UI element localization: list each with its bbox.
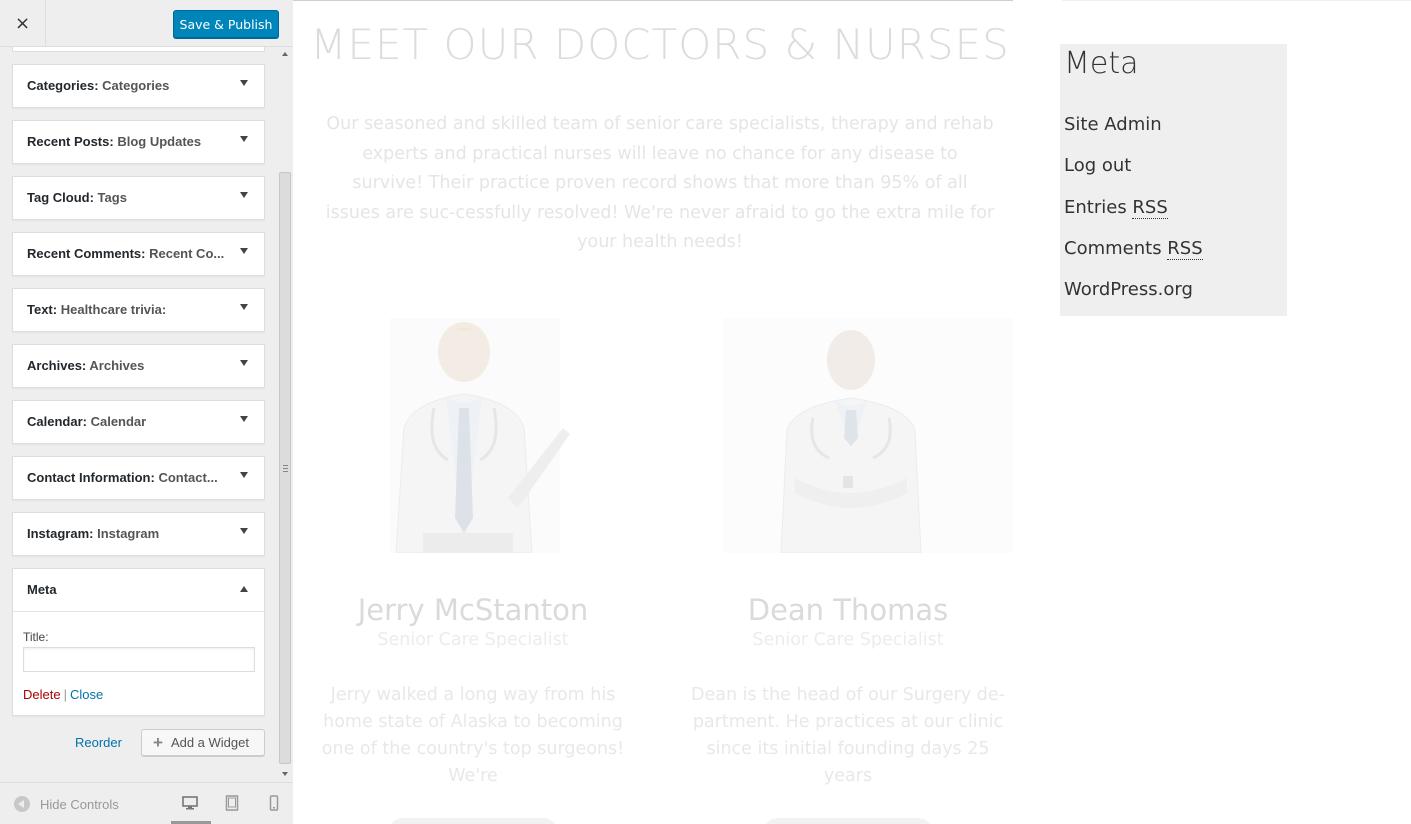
widget-title: Categories: Categories <box>27 78 170 93</box>
widget-text[interactable]: Text: Healthcare trivia: <box>12 288 265 332</box>
comments-rss-link[interactable]: Comments RSS <box>1064 237 1203 279</box>
tablet-preview-icon[interactable] <box>224 795 240 811</box>
collapse-circle-icon <box>14 796 30 812</box>
widget-partial-top <box>12 47 265 52</box>
hide-controls-label: Hide Controls <box>40 796 119 812</box>
widget-title: Text: Healthcare trivia: <box>27 302 167 317</box>
widget-meta-form: Title: Delete | Close <box>13 612 264 702</box>
expand-arrow-icon[interactable] <box>240 472 248 478</box>
widget-title: Instagram: Instagram <box>27 526 160 541</box>
expand-arrow-icon[interactable] <box>240 360 248 366</box>
widget-meta: Meta Title: Delete | Close <box>12 568 265 716</box>
doctor-more-button[interactable] <box>388 818 558 824</box>
log-out-link[interactable]: Log out <box>1064 155 1203 196</box>
widget-meta-header[interactable]: Meta <box>13 569 264 612</box>
close-customizer-button[interactable]: × <box>0 0 46 47</box>
widget-title: Recent Comments: Recent Co... <box>27 246 225 261</box>
rss-abbr: RSS <box>1132 196 1168 219</box>
action-separator: | <box>63 687 67 702</box>
widget-contact-information[interactable]: Contact Information: Contact... <box>12 456 265 500</box>
widget-title: Recent Posts: Blog Updates <box>27 134 202 149</box>
doctor-card: Dean Thomas Senior Care Specialist Dean … <box>683 318 1013 824</box>
scroll-up-icon[interactable] <box>282 52 288 56</box>
site-preview: MEET OUR DOCTORS & NURSES Our seasoned a… <box>293 0 1411 824</box>
preview-top-border <box>293 0 1013 1</box>
delete-widget-link[interactable]: Delete <box>23 687 61 702</box>
entries-label: Entries <box>1064 196 1133 218</box>
expand-arrow-icon[interactable] <box>240 80 248 86</box>
sidebar-scrollbar[interactable] <box>277 47 293 782</box>
customizer-header: × Save & Publish <box>0 0 293 47</box>
section-title: MEET OUR DOCTORS & NURSES <box>310 20 1010 69</box>
expand-arrow-icon[interactable] <box>240 528 248 534</box>
doctor-name: Jerry McStanton <box>357 593 589 627</box>
widget-title: Calendar: Calendar <box>27 414 147 429</box>
hide-controls-button[interactable]: Hide Controls <box>14 796 119 812</box>
widget-title: Contact Information: Contact... <box>27 470 218 485</box>
collapse-arrow-icon[interactable] <box>240 586 248 592</box>
desktop-preview-icon[interactable] <box>182 795 198 811</box>
widget-tag-cloud[interactable]: Tag Cloud: Tags <box>12 176 265 220</box>
meta-links-list: Site Admin Log out Entries RSS Comments … <box>1064 114 1203 320</box>
doctor-photo <box>683 318 1013 554</box>
close-icon: × <box>14 13 31 34</box>
widget-archives[interactable]: Archives: Archives <box>12 344 265 388</box>
doctor-card: Jerry McStanton Senior Care Specialist J… <box>308 318 638 824</box>
widget-title: Meta <box>27 582 57 597</box>
close-widget-link[interactable]: Close <box>70 687 103 702</box>
title-input[interactable] <box>23 647 255 672</box>
title-label: Title: <box>23 630 49 644</box>
expand-arrow-icon[interactable] <box>240 136 248 142</box>
save-publish-button[interactable]: Save & Publish <box>173 10 279 38</box>
expand-arrow-icon[interactable] <box>240 304 248 310</box>
widget-recent-comments[interactable]: Recent Comments: Recent Co... <box>12 232 265 276</box>
site-admin-link[interactable]: Site Admin <box>1064 114 1203 155</box>
doctor-bio: Dean is the head of our Surgery de-partm… <box>691 685 1005 786</box>
comments-label: Comments <box>1064 237 1168 259</box>
doctor-name: Dean Thomas <box>747 593 949 627</box>
widget-instagram[interactable]: Instagram: Instagram <box>12 512 265 556</box>
scroll-down-icon[interactable] <box>282 772 288 776</box>
widget-title: Archives: Archives <box>27 358 145 373</box>
widget-list: Categories: Categories Recent Posts: Blo… <box>12 64 265 728</box>
add-widget-label: Add a Widget <box>170 735 249 750</box>
doctor-bio: Jerry walked a long way from his home st… <box>321 685 625 786</box>
widget-title: Tag Cloud: Tags <box>27 190 127 205</box>
section-intro: Our seasoned and skilled team of senior … <box>325 114 995 252</box>
widget-recent-posts[interactable]: Recent Posts: Blog Updates <box>12 120 265 164</box>
preview-top-border-right <box>1062 0 1411 1</box>
grip-icon <box>283 465 288 472</box>
expand-arrow-icon[interactable] <box>240 416 248 422</box>
doctor-role: Senior Care Specialist <box>752 630 944 650</box>
widget-panel: Categories: Categories Recent Posts: Blo… <box>0 47 293 782</box>
reorder-link[interactable]: Reorder <box>75 735 122 750</box>
expand-arrow-icon[interactable] <box>240 248 248 254</box>
customizer-footer: Hide Controls <box>0 782 293 824</box>
meta-sidebar-widget: Meta Site Admin Log out Entries RSS Comm… <box>1060 44 1287 316</box>
entries-rss-link[interactable]: Entries RSS <box>1064 196 1203 238</box>
wordpress-org-link[interactable]: WordPress.org <box>1064 279 1203 320</box>
scrollbar-thumb[interactable] <box>279 172 291 764</box>
doctor-role: Senior Care Specialist <box>377 630 569 650</box>
add-widget-button[interactable]: + Add a Widget <box>141 729 265 756</box>
mobile-preview-icon[interactable] <box>266 795 282 811</box>
widget-calendar[interactable]: Calendar: Calendar <box>12 400 265 444</box>
doctor-more-button[interactable] <box>763 818 933 824</box>
plus-icon: + <box>153 733 163 752</box>
meta-widget-title: Meta <box>1064 46 1139 81</box>
expand-arrow-icon[interactable] <box>240 192 248 198</box>
widget-actions: Delete | Close <box>23 687 254 702</box>
widget-categories[interactable]: Categories: Categories <box>12 64 265 108</box>
doctor-photo <box>308 318 638 554</box>
rss-abbr: RSS <box>1167 237 1203 260</box>
customizer-sidebar: × Save & Publish Categories: Categories … <box>0 0 293 824</box>
